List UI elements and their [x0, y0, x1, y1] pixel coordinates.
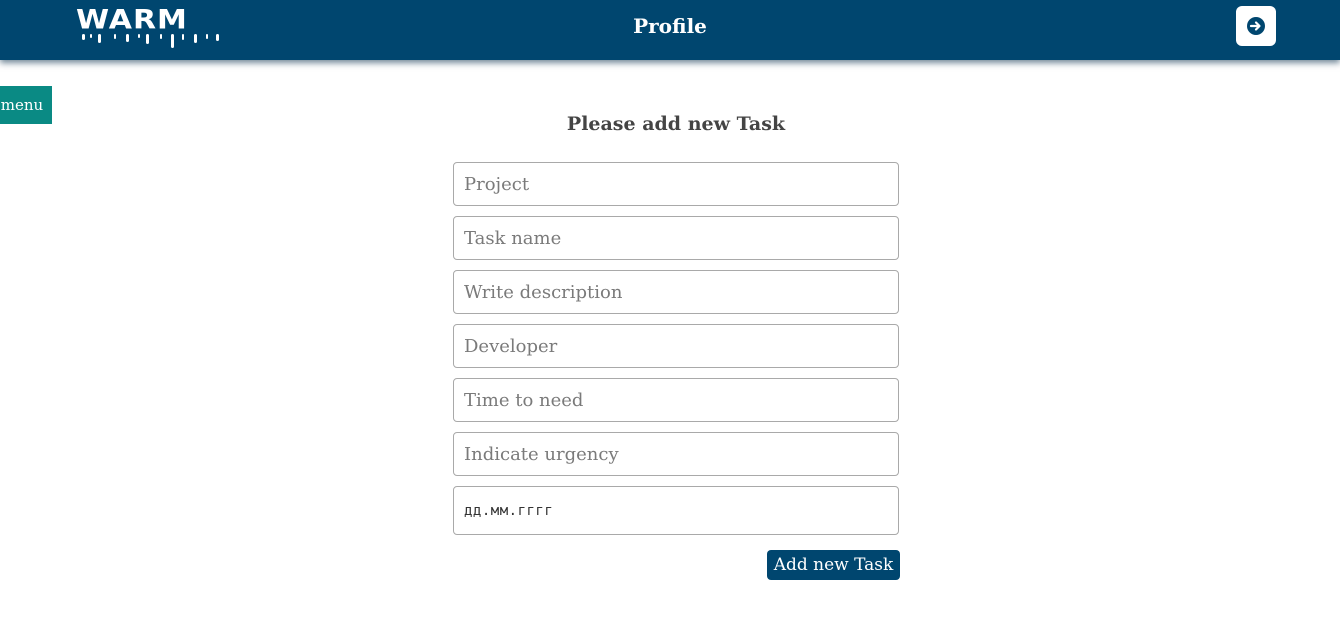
add-new-task-button[interactable]: Add new Task	[767, 550, 900, 580]
description-input[interactable]	[453, 270, 899, 314]
arrow-right-circle-icon	[1247, 17, 1265, 35]
date-input[interactable]: дд.мм.гггг	[453, 486, 899, 535]
logout-button[interactable]	[1236, 6, 1276, 46]
top-header: WARM Profile	[0, 0, 1340, 60]
form-title: Please add new Task	[566, 113, 786, 135]
urgency-input[interactable]	[453, 432, 899, 476]
menu-button[interactable]: menu	[0, 86, 52, 124]
warm-logo[interactable]: WARM	[76, 4, 228, 48]
logo-drips	[82, 34, 219, 48]
developer-input[interactable]	[453, 324, 899, 368]
project-input[interactable]	[453, 162, 899, 206]
time-to-need-input[interactable]	[453, 378, 899, 422]
task-name-input[interactable]	[453, 216, 899, 260]
date-placeholder: дд.мм.гггг	[464, 502, 554, 519]
